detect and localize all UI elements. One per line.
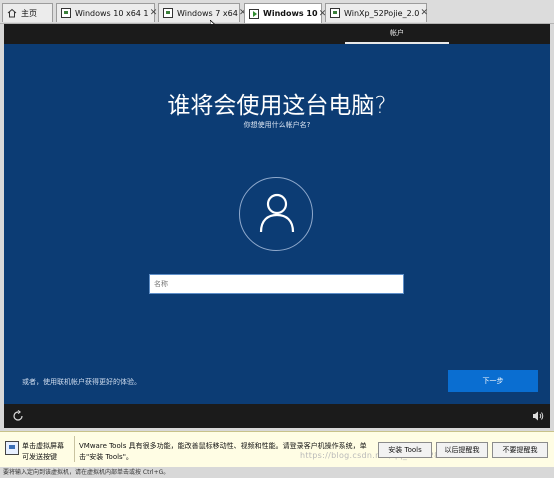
vm-tab-bar: 主页 Windows 10 x64 1 ✕ Windows 7 x64 ✕ Wi… (0, 0, 554, 24)
user-icon (259, 193, 295, 233)
vmware-tools-notification: 单击虚拟屏幕 可发送按键 VMware Tools 具有很多功能，能改善鼠标移动… (0, 431, 554, 467)
tab-windows-7-x64[interactable]: Windows 7 x64 ✕ (158, 3, 247, 22)
divider (74, 436, 75, 462)
vm-icon (330, 8, 340, 18)
remind-later-button[interactable]: 以后提醒我 (436, 442, 488, 458)
install-tools-button[interactable]: 安装 Tools (378, 442, 432, 458)
vm-running-icon (249, 8, 259, 19)
page-subtitle: 你想使用什么帐户名? (243, 121, 311, 129)
status-bar: 要将输入定向到该虚拟机，请在虚拟机内部单击或按 Ctrl+G。 (0, 468, 554, 478)
tab-home[interactable]: 主页 (2, 3, 53, 22)
account-step-tab: 帐户 (345, 24, 449, 44)
click-screen-hint: 单击虚拟屏幕 可发送按键 (22, 442, 64, 461)
oobe-top-bar: 帐户 (4, 24, 550, 44)
tab-label: Windows 10 x64 1 (75, 8, 149, 18)
close-icon[interactable]: ✕ (419, 8, 429, 18)
dont-remind-button[interactable]: 不要提醒我 (492, 442, 548, 458)
home-icon (7, 8, 17, 18)
ease-of-access-icon[interactable] (12, 410, 24, 422)
oobe-bottom-bar (4, 404, 550, 428)
tab-windows-10-x64-1[interactable]: Windows 10 x64 1 ✕ (56, 3, 157, 22)
online-account-link[interactable]: 或者，使用联机帐户获得更好的体验。 (22, 377, 141, 387)
vm-screen[interactable]: 帐户 谁将会使用这台电脑? 你想使用什么帐户名? 或者，使用联机帐户获得更好的体… (4, 24, 550, 428)
tab-label: Windows 7 x64 (177, 8, 238, 18)
tab-label: Windows 10 (263, 9, 318, 18)
tab-winxp-52pojie[interactable]: WinXp_52Pojie_2.0 ✕ (325, 3, 429, 22)
volume-icon[interactable] (532, 410, 544, 422)
vm-icon (61, 8, 71, 18)
next-button[interactable]: 下一步 (448, 370, 538, 392)
tab-label: WinXp_52Pojie_2.0 (344, 8, 420, 18)
name-input[interactable] (149, 274, 404, 294)
vm-icon (163, 8, 173, 18)
page-title: 谁将会使用这台电脑? (167, 93, 387, 119)
click-screen-icon (5, 441, 19, 455)
tab-windows-10[interactable]: Windows 10 ✕ (244, 3, 326, 23)
tab-label: 主页 (21, 8, 37, 18)
